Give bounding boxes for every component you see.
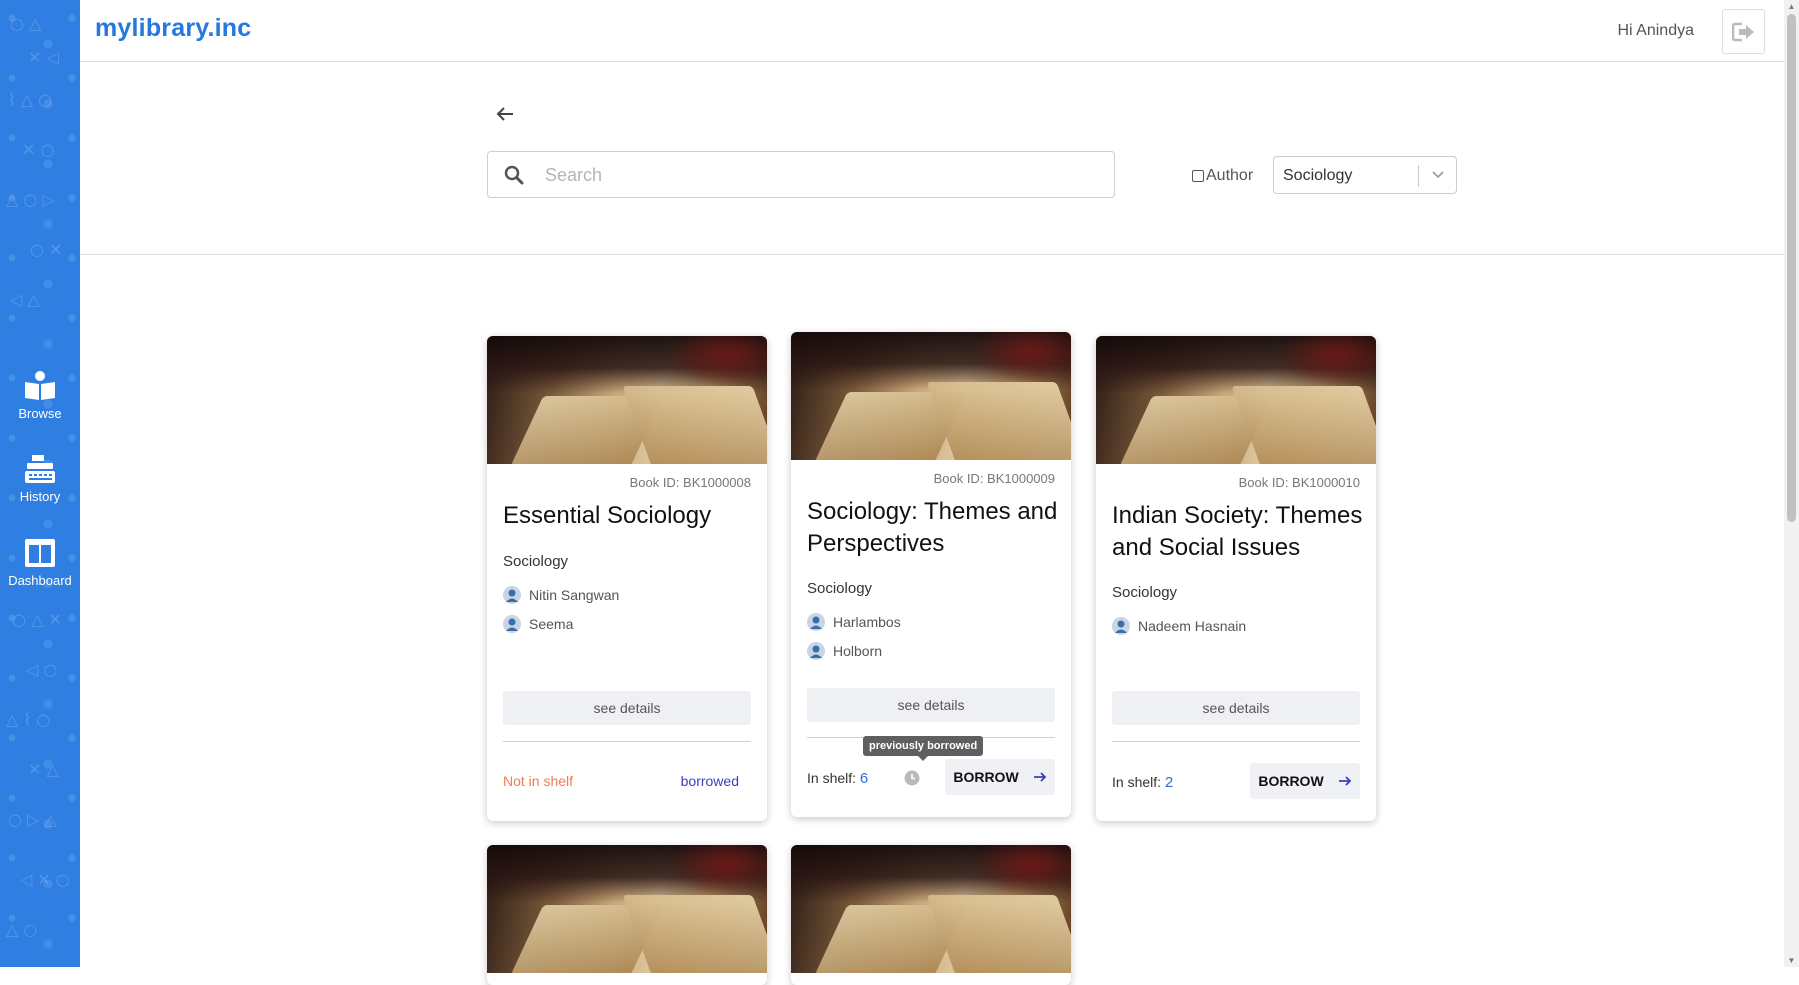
book-title: Sociology: Themes and Perspectives: [807, 498, 1058, 557]
user-icon: [1112, 617, 1130, 635]
user-icon: [807, 613, 825, 631]
borrow-label: BORROW: [953, 769, 1019, 785]
author-name: Holborn: [833, 643, 883, 659]
book-cover-image: [487, 336, 767, 464]
book-id: Book ID: BK1000010: [1238, 475, 1360, 490]
availability-status: Not in shelf: [503, 773, 574, 789]
author-name: Harlambos: [833, 614, 901, 630]
borrow-label: BORROW: [1258, 773, 1324, 789]
sidebar: ○ △ ✕ ◁ ⌇ △ ○ ✕ ○ △ ○ ▷ ○ ✕ ◁ △ ○ △ ✕ ◁ …: [0, 0, 80, 967]
in-shelf-label: In shelf:: [1112, 774, 1165, 790]
divider: [503, 741, 751, 742]
borrow-button[interactable]: BORROW: [945, 759, 1055, 795]
divider: [1112, 741, 1360, 742]
author-item: Harlambos: [807, 613, 901, 631]
in-shelf-count: In shelf: 6: [807, 770, 868, 787]
sidebar-item-label: Dashboard: [8, 573, 72, 588]
book-card: [791, 845, 1071, 985]
tooltip: previously borrowed: [863, 736, 984, 761]
search-section: Author Sociology: [80, 62, 1784, 255]
user-icon: [807, 642, 825, 660]
book-cover-image: [1096, 336, 1376, 464]
sidebar-item-label: History: [19, 489, 61, 504]
chevron-down-icon[interactable]: [1430, 168, 1446, 182]
author-filter-checkbox[interactable]: Author: [1192, 167, 1253, 185]
book-cover-image: [487, 845, 767, 973]
author-filter-label: Author: [1206, 167, 1254, 184]
in-shelf-label: In shelf:: [807, 770, 860, 786]
scroll-up-icon[interactable]: ▲: [1787, 2, 1796, 11]
category-select[interactable]: Sociology: [1273, 156, 1457, 194]
user-icon: [503, 615, 521, 633]
book-id: Book ID: BK1000008: [629, 475, 751, 490]
book-cover-image: [791, 332, 1071, 460]
scroll-down-icon[interactable]: ▼: [1787, 956, 1796, 965]
book-icon: [25, 371, 55, 400]
see-details-button[interactable]: see details: [1112, 691, 1360, 725]
book-card: [487, 845, 767, 985]
select-separator: [1418, 165, 1419, 187]
borrowed-status: borrowed: [680, 773, 739, 789]
arrow-right-icon: [1033, 772, 1046, 782]
logout-icon: [1731, 22, 1754, 41]
borrow-button[interactable]: BORROW: [1250, 763, 1360, 799]
in-shelf-number: 2: [1164, 774, 1174, 791]
search-input[interactable]: [543, 160, 1107, 191]
user-icon: [503, 586, 521, 604]
brand-logo[interactable]: mylibrary.inc: [95, 14, 251, 43]
top-bar: mylibrary.inc Hi Anindya: [80, 0, 1784, 62]
search-icon: [504, 165, 524, 185]
author-name: Nadeem Hasnain: [1138, 618, 1247, 634]
arrow-right-icon: [1338, 776, 1351, 786]
scroll-thumb[interactable]: [1787, 14, 1796, 522]
dashboard-icon: [25, 539, 55, 567]
page-scrollbar[interactable]: ▲ ▼: [1784, 0, 1799, 967]
history-clock-icon[interactable]: [904, 770, 920, 786]
book-card: Book ID: BK1000008 Essential Sociology S…: [487, 336, 767, 821]
category-select-value: Sociology: [1283, 167, 1353, 184]
book-genre: Sociology: [503, 553, 569, 570]
in-shelf-number: 6: [859, 770, 869, 787]
book-title: Essential Sociology: [503, 502, 712, 529]
register-icon: [25, 455, 55, 483]
author-name: Nitin Sangwan: [529, 587, 620, 603]
author-item: Holborn: [807, 642, 882, 660]
author-item: Seema: [503, 615, 573, 633]
user-greeting: Hi Anindya: [1617, 22, 1695, 39]
in-shelf-count: In shelf: 2: [1112, 774, 1173, 791]
see-details-button[interactable]: see details: [503, 691, 751, 725]
checkbox[interactable]: [1192, 170, 1204, 182]
book-title: Indian Society: Themes and Social Issues: [1112, 502, 1363, 561]
sidebar-item-history[interactable]: History: [0, 453, 80, 504]
book-card: Book ID: BK1000010 Indian Society: Theme…: [1096, 336, 1376, 821]
logout-button[interactable]: [1722, 9, 1765, 54]
sidebar-item-browse[interactable]: Browse: [0, 370, 80, 421]
see-details-button[interactable]: see details: [807, 688, 1055, 722]
sidebar-item-dashboard[interactable]: Dashboard: [0, 537, 80, 588]
sidebar-item-label: Browse: [18, 406, 62, 421]
author-item: Nitin Sangwan: [503, 586, 619, 604]
search-box: [487, 151, 1115, 198]
book-genre: Sociology: [1112, 584, 1178, 601]
book-cover-image: [791, 845, 1071, 973]
author-item: Nadeem Hasnain: [1112, 617, 1246, 635]
book-genre: Sociology: [807, 580, 873, 597]
author-name: Seema: [529, 616, 574, 632]
book-id: Book ID: BK1000009: [933, 471, 1055, 486]
back-arrow-icon[interactable]: [493, 102, 517, 126]
